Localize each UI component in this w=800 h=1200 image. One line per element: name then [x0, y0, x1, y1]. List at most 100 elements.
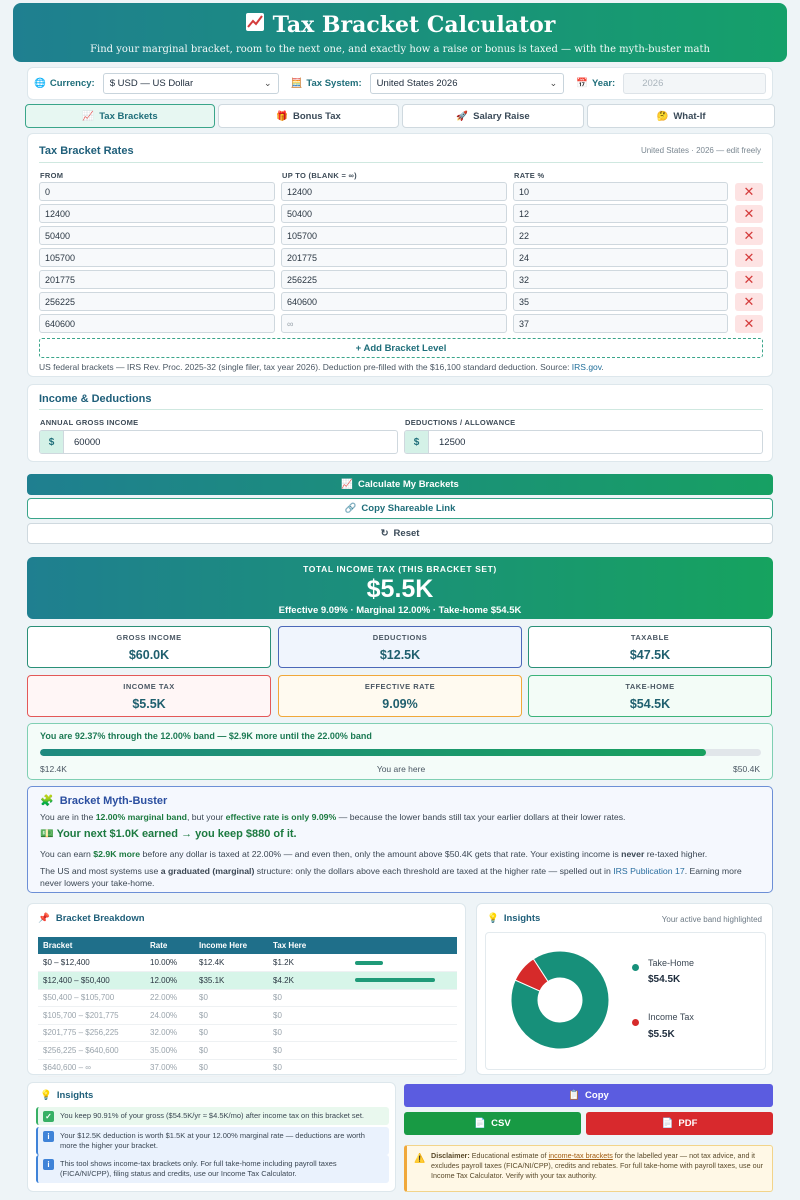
pin-icon: 📌 [38, 913, 50, 924]
total-summary: Effective 9.09% · Marginal 12.00% · Take… [278, 605, 522, 616]
copy-results-button[interactable]: 📋 Copy [404, 1084, 773, 1107]
myth-paragraph-3: The US and most systems use a graduated … [40, 866, 742, 888]
irs-publication-link[interactable]: IRS Publication 17 [613, 866, 684, 876]
legend-income-tax-swatch [632, 1019, 639, 1026]
currency-select[interactable]: $ USD — US Dollar ⌄ [102, 73, 279, 94]
year-input[interactable]: 2026 [623, 73, 766, 94]
document-icon: 📄 [661, 1118, 674, 1129]
bracket-upto-input[interactable]: 50400 [281, 204, 507, 223]
page-title: Tax Bracket Calculator [272, 12, 556, 38]
bracket-rate-input[interactable]: 12 [513, 204, 728, 223]
info-icon: i [43, 1131, 54, 1142]
calendar-icon: 📅 [576, 78, 588, 89]
table-row: $105,700 – $201,775 24.00% $0 $0 [38, 1006, 457, 1025]
copy-link-label: Copy Shareable Link [361, 503, 456, 514]
check-icon: ✓ [43, 1111, 54, 1122]
bracket-from-input[interactable]: 105700 [39, 248, 275, 267]
bracket-from-input[interactable]: 640600 [39, 314, 275, 333]
tab-tax-brackets[interactable]: 📈 Tax Brackets [25, 104, 215, 128]
myth-title: Bracket Myth-Buster [59, 794, 168, 807]
cell-tax: $0 [268, 1059, 350, 1077]
bracket-upto-input[interactable]: 12400 [281, 182, 507, 201]
bracket-rate-input[interactable]: 32 [513, 270, 728, 289]
currency-label: Currency: [49, 78, 95, 89]
remove-bracket-button[interactable]: ✕ [735, 183, 763, 201]
gross-income-label: ANNUAL GROSS INCOME [40, 418, 139, 427]
stat-label: DEDUCTIONS [372, 633, 428, 642]
copy-link-button[interactable]: 🔗 Copy Shareable Link [27, 498, 773, 519]
bracket-from-input[interactable]: 0 [39, 182, 275, 201]
deductions-field[interactable]: $12500 [404, 430, 763, 454]
bracket-upto-input[interactable]: 201775 [281, 248, 507, 267]
remove-bracket-button[interactable]: ✕ [735, 293, 763, 311]
bracket-rate-input[interactable]: 37 [513, 314, 728, 333]
bracket-upto-input[interactable]: 105700 [281, 226, 507, 245]
bracket-upto-input[interactable]: 640600 [281, 292, 507, 311]
insights-chart-card: 💡 Insights Your active band highlighted T… [476, 903, 773, 1075]
cell-rate: 12.00% [145, 971, 194, 990]
stat-label: TAXABLE [630, 633, 670, 642]
tab-label: What-If [673, 110, 706, 122]
stat-taxable: TAXABLE $47.5K [528, 626, 772, 668]
irs-link[interactable]: IRS.gov [572, 362, 602, 372]
cell-bracket: $105,700 – $201,775 [38, 1006, 145, 1025]
tab-label: Salary Raise [473, 110, 530, 122]
col-rate: Rate [145, 937, 194, 954]
bracket-from-input[interactable]: 201775 [39, 270, 275, 289]
stat-income-tax: INCOME TAX $5.5K [27, 675, 271, 717]
csv-export-button[interactable]: 📄 CSV [404, 1112, 581, 1135]
col-income-here: Income Here [194, 937, 268, 954]
calculator-icon: 🧮 [290, 78, 303, 89]
globe-icon: 🌐 [34, 78, 46, 89]
cell-bar [350, 954, 457, 972]
donut-chart [510, 950, 610, 1050]
divider [39, 409, 763, 410]
bracket-rate-input[interactable]: 35 [513, 292, 728, 311]
cell-tax: $4.2K [268, 971, 350, 990]
tax-system-select-value: United States 2026 [376, 78, 458, 89]
bracket-meta: United States · 2026 — edit freely [640, 146, 761, 155]
cell-income: $0 [194, 1024, 268, 1042]
tax-system-select[interactable]: United States 2026 ⌄ [369, 73, 565, 94]
cell-income: $35.1K [194, 971, 268, 990]
total-tax-banner: TOTAL INCOME TAX (THIS BRACKET SET) $5.5… [27, 557, 773, 619]
gross-income-field[interactable]: $60000 [39, 430, 398, 454]
legend-take-home-value: $54.5K [648, 974, 681, 985]
band-end-label: $50.4K [733, 764, 760, 774]
bracket-upto-input[interactable]: 256225 [281, 270, 507, 289]
tab-label: Bonus Tax [292, 110, 341, 122]
add-bracket-button[interactable]: + Add Bracket Level [39, 338, 763, 358]
rocket-icon: 🚀 [456, 110, 469, 122]
reset-button[interactable]: ↻ Reset [27, 523, 773, 544]
stat-label: INCOME TAX [123, 682, 175, 691]
calculate-button[interactable]: 📈 Calculate My Brackets [27, 474, 773, 495]
chart-trend-icon: 📈 [82, 110, 95, 122]
cell-bracket: $12,400 – $50,400 [38, 971, 145, 990]
bracket-rate-input[interactable]: 10 [513, 182, 728, 201]
bracket-rate-input[interactable]: 22 [513, 226, 728, 245]
bracket-rate-input[interactable]: 24 [513, 248, 728, 267]
tab-salary-raise[interactable]: 🚀 Salary Raise [402, 104, 584, 128]
stat-value: 9.09% [382, 697, 418, 711]
remove-bracket-button[interactable]: ✕ [735, 205, 763, 223]
bracket-from-input[interactable]: 12400 [39, 204, 275, 223]
lightbulb-icon: 💡 [487, 913, 499, 924]
stat-value: $12.5K [379, 648, 421, 662]
remove-bracket-button[interactable]: ✕ [735, 249, 763, 267]
bracket-from-input[interactable]: 50400 [39, 226, 275, 245]
remove-bracket-button[interactable]: ✕ [735, 271, 763, 289]
pdf-export-button[interactable]: 📄 PDF [586, 1112, 773, 1135]
bracket-from-input[interactable]: 256225 [39, 292, 275, 311]
lightbulb-icon: 💡 [40, 1090, 52, 1101]
info-icon: i [43, 1159, 54, 1170]
stat-take-home: TAKE-HOME $54.5K [528, 675, 772, 717]
tab-what-if[interactable]: 🤔 What-If [587, 104, 775, 128]
tab-bonus-tax[interactable]: 🎁 Bonus Tax [218, 104, 399, 128]
remove-bracket-button[interactable]: ✕ [735, 227, 763, 245]
remove-bracket-button[interactable]: ✕ [735, 315, 763, 333]
col-from: FROM [40, 171, 64, 180]
bracket-note: US federal brackets — IRS Rev. Proc. 202… [39, 362, 604, 372]
cell-rate: 35.00% [145, 1041, 194, 1060]
cell-bar [350, 1006, 457, 1025]
bracket-upto-input[interactable]: ∞ [281, 314, 507, 333]
